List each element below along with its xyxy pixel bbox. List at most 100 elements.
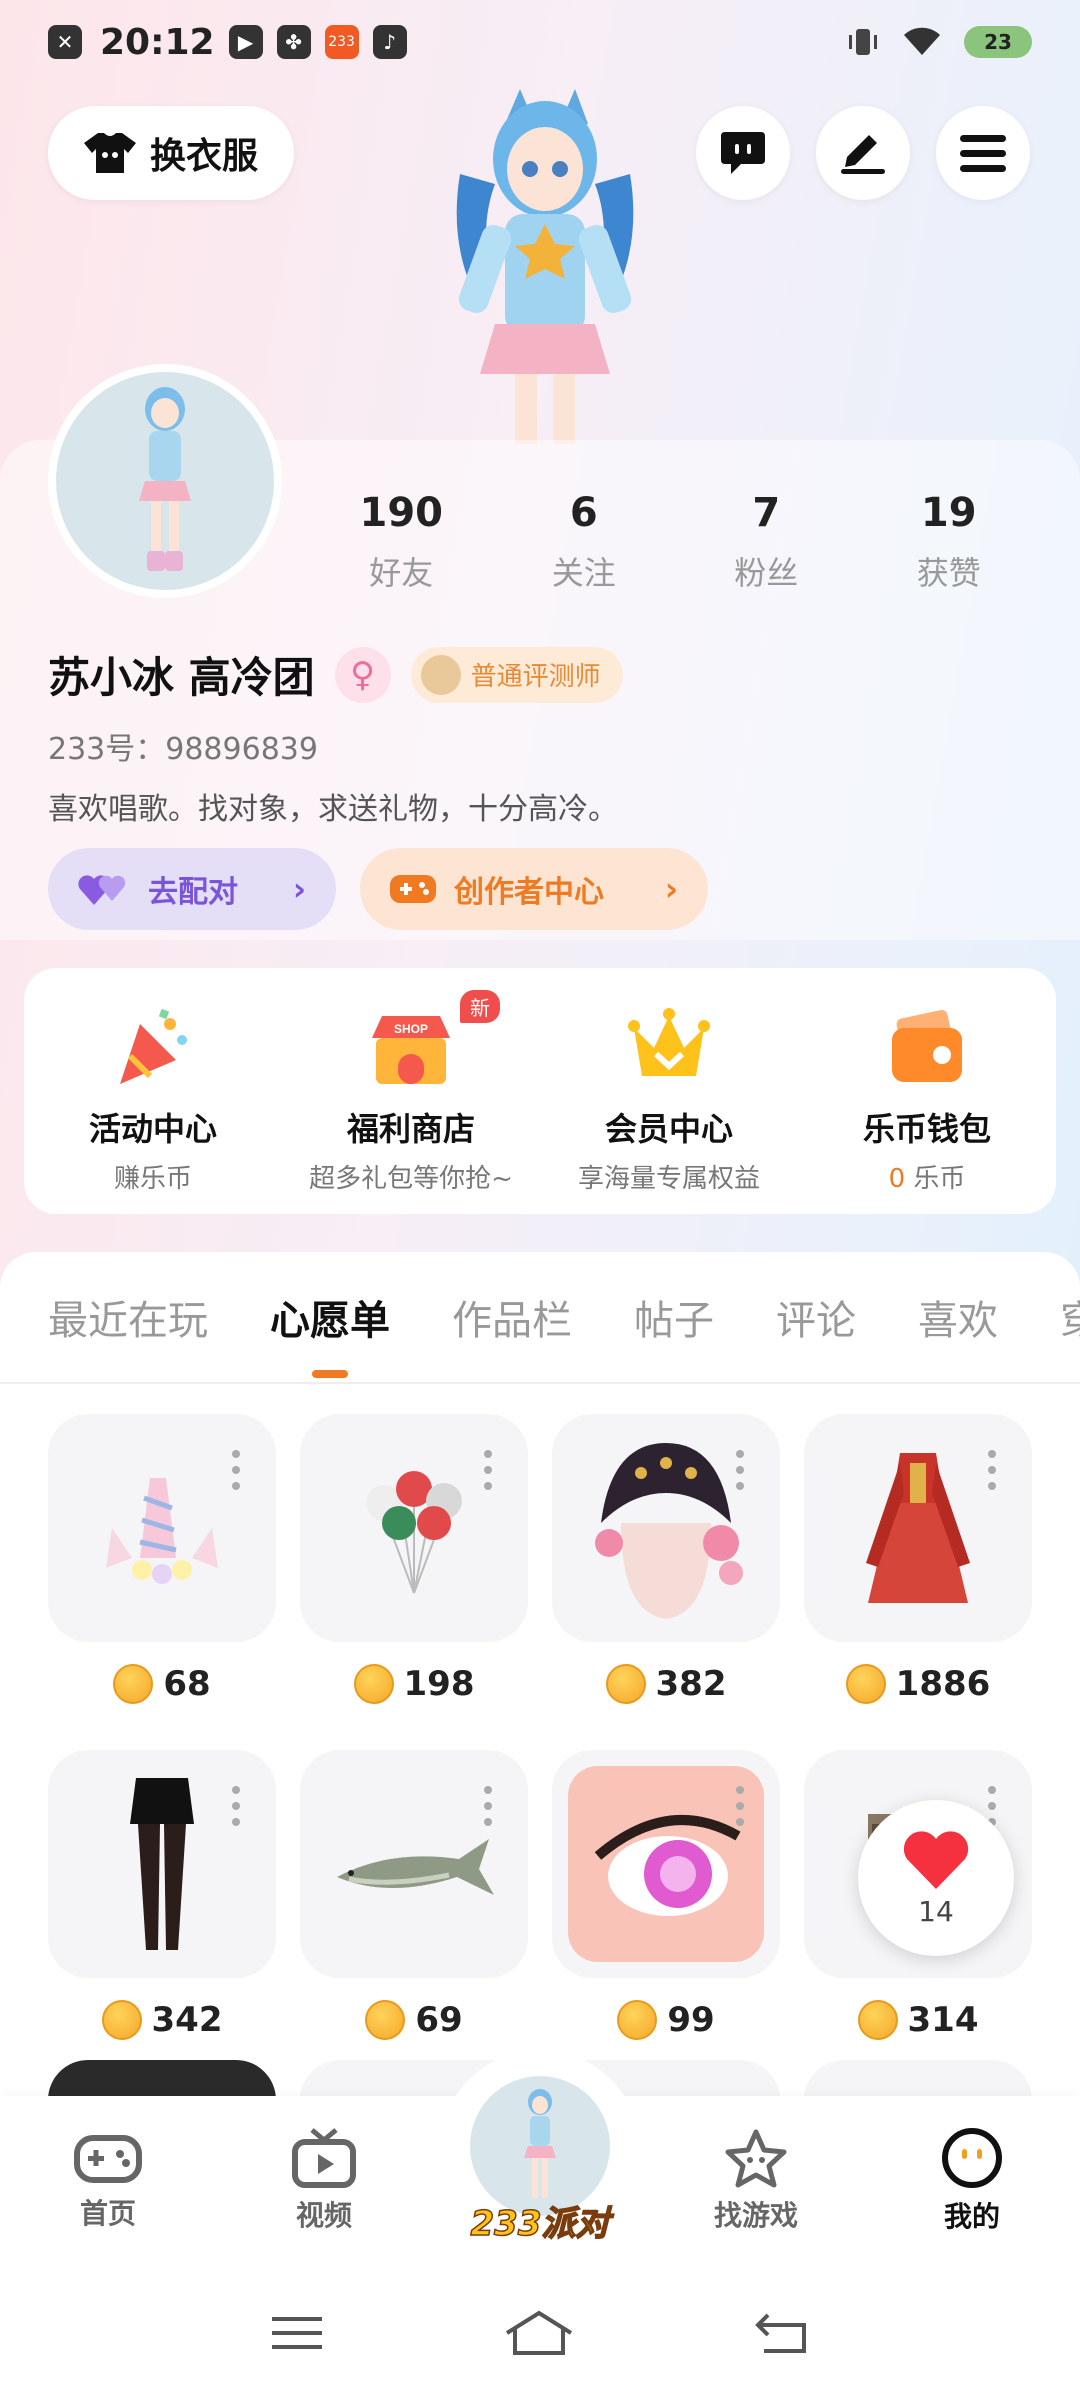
- nav-label: 首页: [79, 2197, 136, 2230]
- tab-comments[interactable]: 评论: [776, 1288, 856, 1346]
- feature-title: 活动中心: [88, 1110, 217, 1148]
- wifi-icon: [904, 27, 940, 55]
- more-dots-icon[interactable]: [736, 1450, 744, 1490]
- price-value: 198: [403, 1664, 475, 1704]
- party-avatar[interactable]: [470, 2076, 610, 2216]
- stat-number: 190: [359, 490, 444, 536]
- match-label: 去配对: [148, 875, 238, 910]
- more-dots-icon[interactable]: [232, 1450, 240, 1490]
- chat-button[interactable]: [696, 106, 790, 200]
- tab-likes[interactable]: 喜欢: [918, 1288, 998, 1346]
- more-dots-icon[interactable]: [484, 1786, 492, 1826]
- coin-icon: [605, 1664, 646, 1704]
- medal-icon: [420, 654, 461, 695]
- home-icon[interactable]: [503, 2309, 575, 2357]
- wishlist-item[interactable]: 68: [48, 1414, 276, 1714]
- grid-icon: ✤: [276, 25, 311, 59]
- system-nav-bar: [0, 2266, 1080, 2400]
- stat-label: 粉丝: [734, 554, 799, 592]
- stat-friends[interactable]: 190 好友: [310, 490, 493, 594]
- item-thumbnail: [48, 1414, 276, 1642]
- wallet-unit: 乐币: [905, 1164, 966, 1194]
- coin-icon: [845, 1664, 886, 1704]
- wishlist-item[interactable]: 69: [300, 1750, 528, 2050]
- gamepad-icon: [390, 875, 436, 903]
- stat-following[interactable]: 6 关注: [493, 490, 676, 594]
- item-thumbnail: [48, 1750, 276, 1978]
- feature-subtitle: 享海量专属权益: [577, 1164, 760, 1194]
- like-button[interactable]: 14: [858, 1800, 1014, 1956]
- edit-button[interactable]: [816, 106, 910, 200]
- more-dots-icon[interactable]: [736, 1786, 744, 1826]
- price-value: 382: [655, 1664, 727, 1704]
- feature-title: 福利商店: [346, 1110, 475, 1148]
- tab-outfits[interactable]: 穿: [1060, 1288, 1080, 1346]
- coin-icon: [113, 1664, 154, 1704]
- feature-title: 乐币钱包: [862, 1110, 991, 1148]
- tab-works[interactable]: 作品栏: [452, 1288, 572, 1346]
- item-price: 68: [48, 1654, 276, 1714]
- reviewer-badge[interactable]: 普通评测师: [410, 646, 623, 703]
- status-bar: ✕ 20:12 ▶ ✤ 233 ♪ 23: [0, 0, 1080, 84]
- coin-icon: [353, 1664, 394, 1704]
- crown-icon: [628, 1008, 710, 1076]
- wishlist-item[interactable]: 99: [552, 1750, 780, 2050]
- tab-recent-played[interactable]: 最近在玩: [48, 1288, 208, 1346]
- avatar-character-image: [456, 89, 634, 444]
- stat-number: 7: [752, 490, 781, 536]
- feature-title: 会员中心: [604, 1110, 733, 1148]
- coin-icon: [617, 2000, 658, 2040]
- item-thumbnail: [300, 1414, 528, 1642]
- item-price: 1886: [804, 1654, 1032, 1714]
- more-dots-icon[interactable]: [232, 1786, 240, 1826]
- feature-panel: 活动中心 赚乐币 新 SHOP 福利商店 超多礼包等你抢~ 会员中心 享海量专属…: [24, 968, 1056, 1214]
- nav-label: 我的: [943, 2200, 1000, 2233]
- feature-activity-center[interactable]: 活动中心 赚乐币: [24, 1004, 282, 1214]
- nav-find-games[interactable]: 找游戏: [648, 2096, 864, 2266]
- nav-video[interactable]: 视频: [216, 2096, 432, 2266]
- party-label[interactable]: 233派对: [470, 2196, 610, 2245]
- stat-fans[interactable]: 7 粉丝: [675, 490, 858, 594]
- battery-icon: 23: [964, 26, 1032, 58]
- price-value: 1886: [895, 1664, 991, 1704]
- star-icon: [725, 2129, 787, 2188]
- recent-apps-icon[interactable]: [270, 2313, 324, 2353]
- creator-center-button[interactable]: 创作者中心 ›: [360, 848, 708, 930]
- chat-icon: [721, 132, 765, 174]
- wishlist-item[interactable]: 382: [552, 1414, 780, 1714]
- nav-home[interactable]: 首页: [0, 2096, 216, 2266]
- more-dots-icon[interactable]: [988, 1450, 996, 1490]
- tab-posts[interactable]: 帖子: [634, 1288, 714, 1346]
- female-icon: ♀: [334, 646, 391, 703]
- play-icon: ▶: [228, 25, 263, 59]
- change-outfit-button[interactable]: 换衣服: [48, 106, 294, 200]
- stat-label: 关注: [551, 554, 616, 592]
- nav-me[interactable]: 我的: [864, 2096, 1080, 2266]
- feature-subtitle: 0 乐币: [798, 1158, 1056, 1195]
- tab-wishlist[interactable]: 心愿单: [270, 1288, 390, 1378]
- wishlist-item[interactable]: 1886: [804, 1414, 1032, 1714]
- item-price: 99: [552, 1990, 780, 2050]
- user-id: 233号：98896839: [48, 732, 318, 767]
- back-icon[interactable]: [754, 2311, 810, 2355]
- red-dress-image: [866, 1453, 970, 1603]
- avatar-figure: [139, 387, 191, 571]
- wallet-balance: 0: [888, 1164, 906, 1194]
- menu-button[interactable]: [936, 106, 1030, 200]
- feature-subtitle: 超多礼包等你抢~: [309, 1164, 513, 1194]
- nav-label: 找游戏: [713, 2199, 798, 2232]
- feature-wallet[interactable]: 乐币钱包 0 乐币: [798, 1004, 1056, 1214]
- wishlist-item[interactable]: 342: [48, 1750, 276, 2050]
- price-value: 69: [415, 2000, 463, 2040]
- item-thumbnail: [552, 1750, 780, 1978]
- user-bio: 喜欢唱歌。找对象，求送礼物，十分高冷。: [48, 792, 618, 827]
- match-button[interactable]: 去配对 ›: [48, 848, 336, 930]
- wishlist-item[interactable]: 198: [300, 1414, 528, 1714]
- party-popper-icon: [120, 1008, 187, 1084]
- more-dots-icon[interactable]: [484, 1450, 492, 1490]
- avatar[interactable]: [48, 364, 282, 598]
- chevron-right-icon: ›: [664, 870, 678, 908]
- feature-welfare-shop[interactable]: 新 SHOP 福利商店 超多礼包等你抢~: [282, 990, 540, 1214]
- stat-likes[interactable]: 19 获赞: [858, 490, 1041, 594]
- feature-vip-center[interactable]: 会员中心 享海量专属权益: [540, 1004, 798, 1214]
